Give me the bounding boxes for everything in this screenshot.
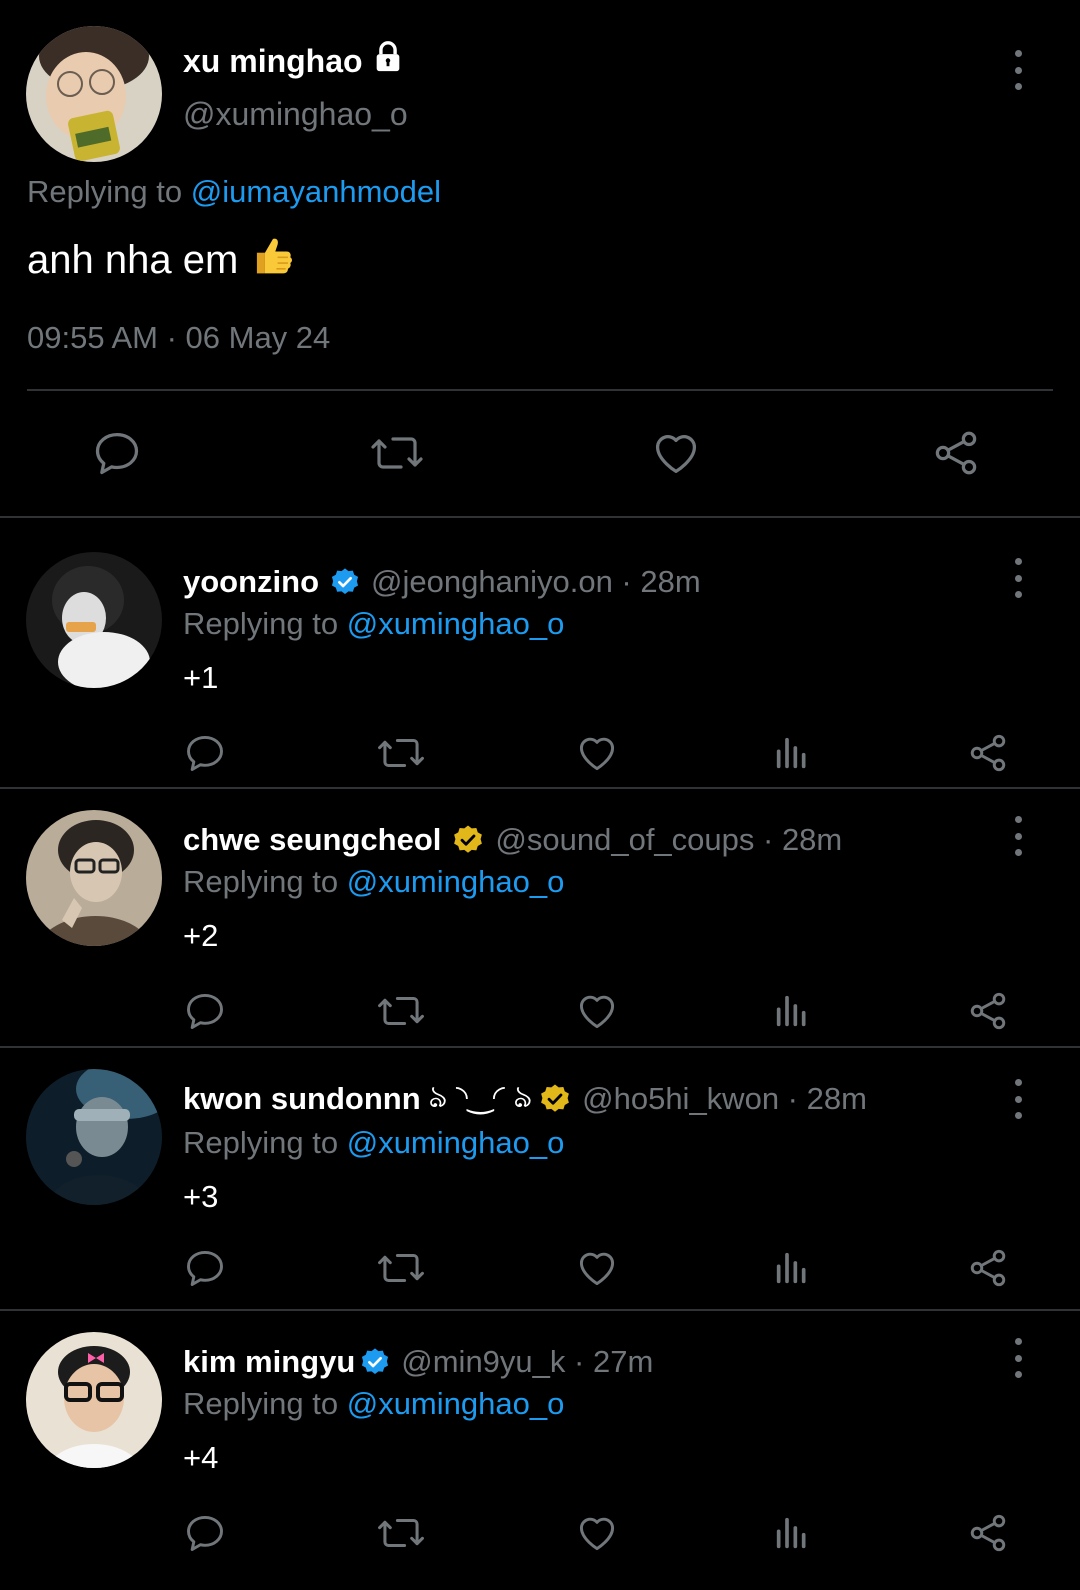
tweet-text-row: anh nha em xyxy=(27,232,296,288)
reply-icon[interactable] xyxy=(180,728,230,778)
more-icon[interactable] xyxy=(1006,558,1030,598)
divider xyxy=(0,787,1080,789)
reply-header: kwon sundonnn ঌ ◝‿◜ ঌ @ho5hi_kwon · 28m xyxy=(183,1073,867,1125)
replying-to-link[interactable]: @xuminghao_o xyxy=(347,864,565,899)
avatar[interactable] xyxy=(26,26,162,162)
author-name[interactable]: kim mingyu xyxy=(183,1344,355,1380)
tweet-text: +2 xyxy=(183,918,219,953)
replying-to-link[interactable]: @iumayanhmodel xyxy=(191,174,441,209)
divider xyxy=(0,516,1080,518)
divider xyxy=(0,1046,1080,1048)
avatar[interactable] xyxy=(26,1069,162,1205)
author-name-row: xu minghao xyxy=(183,40,405,82)
views-icon[interactable] xyxy=(767,1243,817,1293)
more-icon[interactable] xyxy=(1006,1338,1030,1378)
reply-tweet[interactable]: kwon sundonnn ঌ ◝‿◜ ঌ @ho5hi_kwon · 28m … xyxy=(0,1069,1080,1327)
replying-to-line: Replying to @iumayanhmodel xyxy=(27,174,441,210)
reply-icon[interactable] xyxy=(89,425,145,481)
share-icon[interactable] xyxy=(963,1508,1013,1558)
views-icon[interactable] xyxy=(767,1508,817,1558)
verified-gold-badge-icon xyxy=(538,1082,572,1116)
reply-icon[interactable] xyxy=(180,1508,230,1558)
handle-and-time[interactable]: @sound_of_coups · 28m xyxy=(495,822,842,858)
replying-to-line: Replying to @xuminghao_o xyxy=(183,1386,564,1422)
share-icon[interactable] xyxy=(963,728,1013,778)
tweet-text: +3 xyxy=(183,1179,219,1214)
main-tweet: xu minghao @xuminghao_o Replying to @ium… xyxy=(0,0,1080,518)
tweet-actions xyxy=(0,728,1080,778)
replying-to-line: Replying to @xuminghao_o xyxy=(183,606,564,642)
author-name[interactable]: chwe seungcheol xyxy=(183,822,441,858)
like-icon[interactable] xyxy=(572,986,622,1036)
replying-prefix: Replying to xyxy=(183,606,339,641)
handle-and-time[interactable]: @ho5hi_kwon · 28m xyxy=(582,1081,867,1117)
name-kaomoji: ঌ ◝‿◜ ঌ xyxy=(428,1079,533,1114)
like-icon[interactable] xyxy=(572,1508,622,1558)
retweet-icon[interactable] xyxy=(369,425,425,481)
like-icon[interactable] xyxy=(572,728,622,778)
replying-prefix: Replying to xyxy=(183,1386,339,1421)
like-icon[interactable] xyxy=(648,425,704,481)
reply-icon[interactable] xyxy=(180,986,230,1036)
views-icon[interactable] xyxy=(767,728,817,778)
timestamp[interactable]: 09:55 AM · 06 May 24 xyxy=(27,320,330,356)
author-name[interactable]: yoonzino xyxy=(183,564,319,600)
reply-header: yoonzino @jeonghaniyo.on · 28m xyxy=(183,564,701,600)
avatar[interactable] xyxy=(26,1332,162,1468)
author-handle[interactable]: @xuminghao_o xyxy=(183,96,408,133)
reply-icon[interactable] xyxy=(180,1243,230,1293)
author-name[interactable]: xu minghao xyxy=(183,43,363,80)
reply-tweet[interactable]: kim mingyu @min9yu_k · 27m Replying to @… xyxy=(0,1332,1080,1590)
verified-gold-badge-icon xyxy=(451,823,485,857)
replying-to-line: Replying to @xuminghao_o xyxy=(183,864,564,900)
replying-prefix: Replying to xyxy=(27,174,183,209)
share-icon[interactable] xyxy=(963,1243,1013,1293)
avatar[interactable] xyxy=(26,552,162,688)
reply-header: chwe seungcheol @sound_of_coups · 28m xyxy=(183,822,842,858)
tweet-actions xyxy=(0,1243,1080,1293)
replying-prefix: Replying to xyxy=(183,1125,339,1160)
share-icon[interactable] xyxy=(928,425,984,481)
tweet-actions xyxy=(0,425,1080,481)
handle-and-time[interactable]: @min9yu_k · 27m xyxy=(401,1344,653,1380)
replying-to-link[interactable]: @xuminghao_o xyxy=(347,1125,565,1160)
share-icon[interactable] xyxy=(963,986,1013,1036)
replying-prefix: Replying to xyxy=(183,864,339,899)
tweet-actions xyxy=(0,986,1080,1036)
reply-tweet[interactable]: yoonzino @jeonghaniyo.on · 28m Replying … xyxy=(0,552,1080,810)
views-icon[interactable] xyxy=(767,986,817,1036)
tweet-text: anh nha em xyxy=(27,237,239,282)
replying-to-link[interactable]: @xuminghao_o xyxy=(347,606,565,641)
verified-badge-icon xyxy=(359,1346,391,1378)
verified-badge-icon xyxy=(329,566,361,598)
replying-to-link[interactable]: @xuminghao_o xyxy=(347,1386,565,1421)
author-name[interactable]: kwon sundonnn xyxy=(183,1081,421,1117)
tweet-text: +4 xyxy=(183,1440,219,1475)
retweet-icon[interactable] xyxy=(376,728,426,778)
more-icon[interactable] xyxy=(1006,816,1030,856)
divider xyxy=(0,1309,1080,1311)
divider xyxy=(27,389,1053,391)
retweet-icon[interactable] xyxy=(376,1243,426,1293)
more-icon[interactable] xyxy=(1006,50,1030,90)
replying-to-line: Replying to @xuminghao_o xyxy=(183,1125,564,1161)
avatar[interactable] xyxy=(26,810,162,946)
retweet-icon[interactable] xyxy=(376,1508,426,1558)
thumbs-up-emoji xyxy=(250,232,296,288)
tweet-text: +1 xyxy=(183,660,219,695)
handle-and-time[interactable]: @jeonghaniyo.on · 28m xyxy=(371,564,701,600)
more-icon[interactable] xyxy=(1006,1079,1030,1119)
tweet-actions xyxy=(0,1508,1080,1558)
like-icon[interactable] xyxy=(572,1243,622,1293)
reply-header: kim mingyu @min9yu_k · 27m xyxy=(183,1344,653,1380)
lock-icon xyxy=(371,40,405,82)
reply-tweet[interactable]: chwe seungcheol @sound_of_coups · 28m Re… xyxy=(0,810,1080,1068)
retweet-icon[interactable] xyxy=(376,986,426,1036)
